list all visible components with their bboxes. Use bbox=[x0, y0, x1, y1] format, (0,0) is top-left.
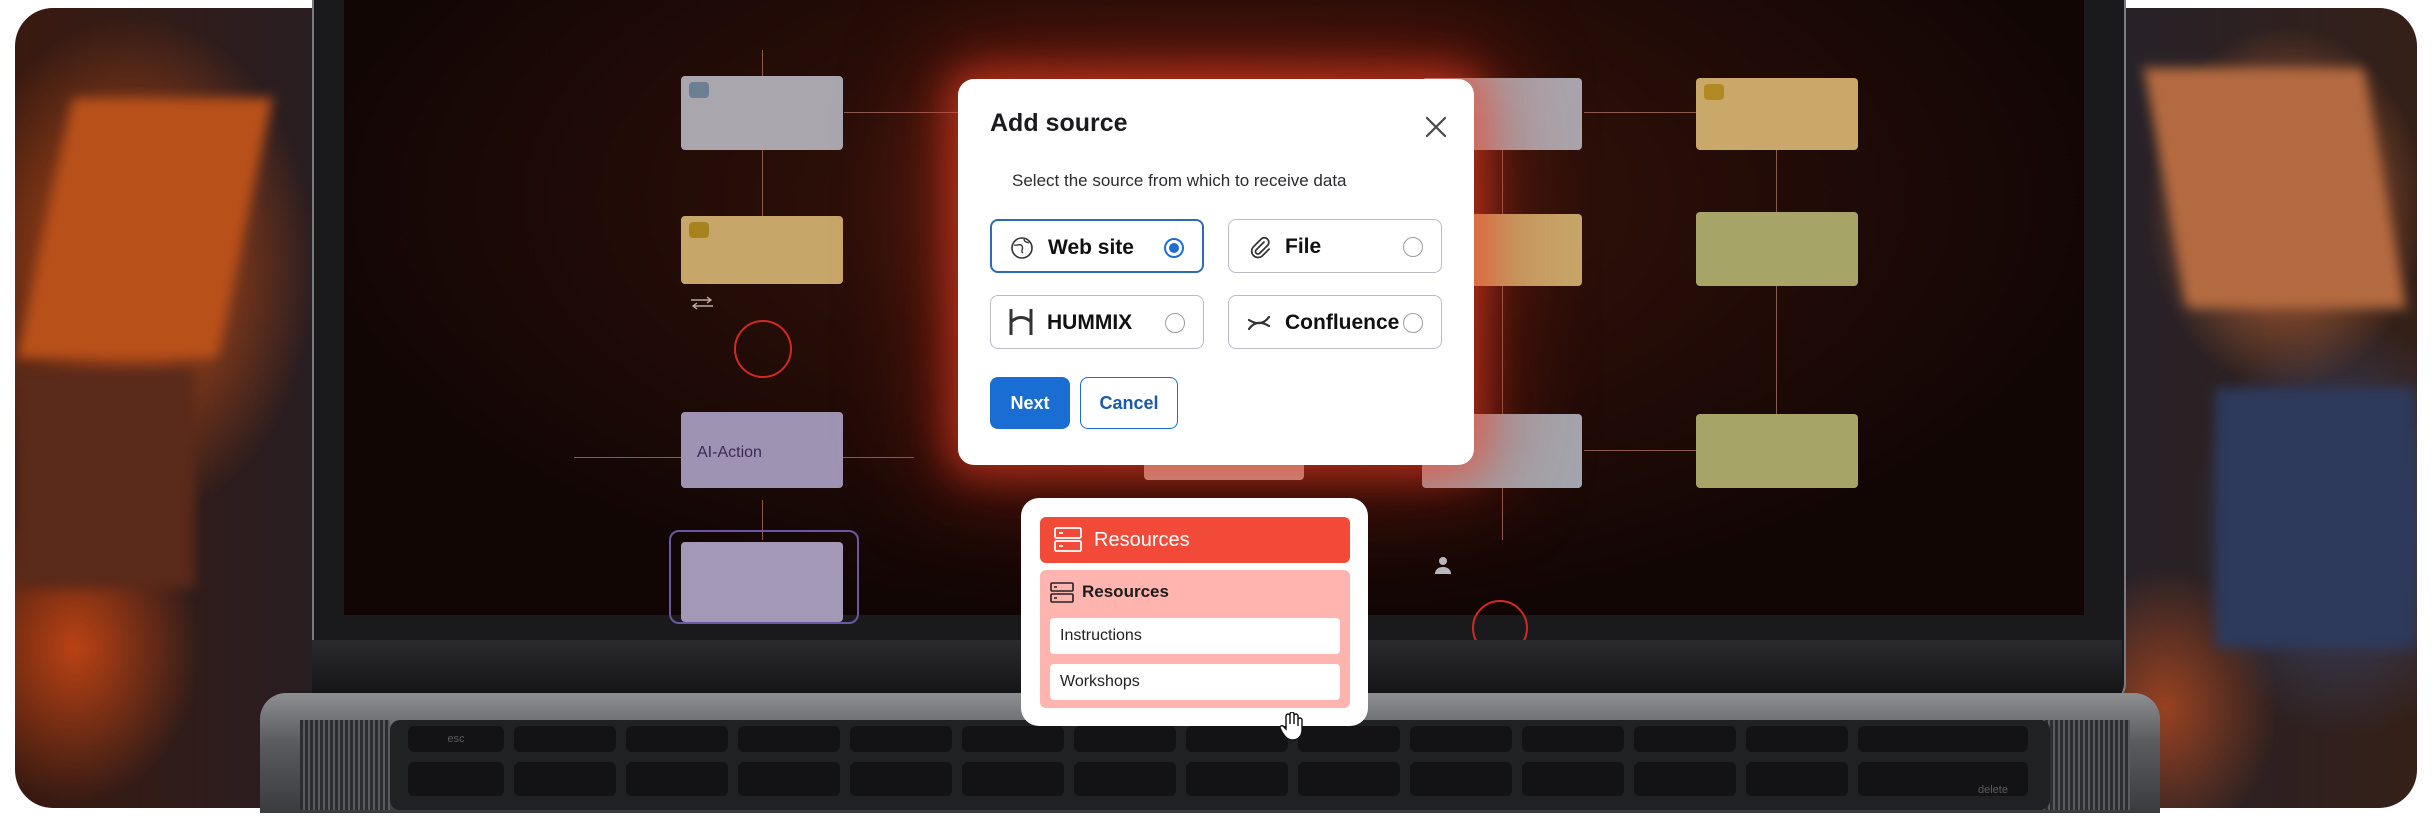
key bbox=[1074, 762, 1176, 796]
resources-group-label: Resources bbox=[1082, 582, 1169, 601]
key bbox=[962, 762, 1064, 796]
key bbox=[1186, 726, 1288, 752]
server-icon bbox=[1050, 582, 1074, 609]
user-icon bbox=[1434, 555, 1451, 575]
hand-cursor-icon bbox=[1278, 711, 1304, 742]
radio-button[interactable] bbox=[1165, 313, 1185, 333]
globe-icon bbox=[1010, 236, 1034, 260]
resource-item-label: Instructions bbox=[1060, 627, 1142, 644]
background-block-right bbox=[2143, 68, 2407, 308]
radio-button[interactable] bbox=[1164, 238, 1184, 258]
key bbox=[514, 762, 616, 796]
key-power bbox=[1858, 726, 2028, 752]
key bbox=[408, 762, 504, 796]
key bbox=[514, 726, 616, 752]
server-icon bbox=[1054, 527, 1082, 558]
source-option-confluence[interactable]: Confluence bbox=[1228, 295, 1442, 349]
key bbox=[1410, 726, 1512, 752]
workflow-node-badge bbox=[689, 82, 709, 98]
key bbox=[738, 762, 840, 796]
key bbox=[1746, 762, 1848, 796]
source-option-hummix[interactable]: HUMMIX bbox=[990, 295, 1204, 349]
speaker-grill-left bbox=[300, 720, 390, 810]
workflow-node-badge bbox=[689, 222, 709, 238]
dialog-subtitle: Select the source from which to receive … bbox=[1012, 171, 1347, 190]
ai-action-label: AI-Action bbox=[697, 444, 762, 461]
resources-group: Resources Instructions Workshops bbox=[1040, 570, 1350, 708]
key bbox=[1522, 762, 1624, 796]
close-icon[interactable] bbox=[1422, 113, 1450, 141]
resource-item-instructions[interactable]: Instructions bbox=[1050, 618, 1340, 654]
resource-item-workshops[interactable]: Workshops bbox=[1050, 664, 1340, 700]
workflow-node-purple bbox=[681, 542, 843, 622]
speaker-grill-right bbox=[2040, 720, 2130, 810]
cancel-button[interactable]: Cancel bbox=[1080, 377, 1178, 429]
source-option-label: Web site bbox=[1048, 236, 1134, 259]
paperclip-icon bbox=[1247, 235, 1271, 259]
radio-button[interactable] bbox=[1403, 313, 1423, 333]
key bbox=[850, 762, 952, 796]
resources-header-label: Resources bbox=[1094, 529, 1190, 551]
key bbox=[1298, 726, 1400, 752]
key bbox=[1186, 762, 1288, 796]
resources-card: Resources Resources Instructions Worksho… bbox=[1021, 498, 1368, 726]
key bbox=[962, 726, 1064, 752]
hummix-logo-icon bbox=[1009, 309, 1033, 335]
background-block-right-lower bbox=[2215, 388, 2415, 648]
workflow-node-olive bbox=[1696, 212, 1858, 286]
source-option-website[interactable]: Web site bbox=[990, 219, 1204, 273]
radio-button[interactable] bbox=[1403, 237, 1423, 257]
key bbox=[1522, 726, 1624, 752]
background-block-left-lower bbox=[15, 368, 195, 588]
key bbox=[1074, 726, 1176, 752]
key bbox=[1746, 726, 1848, 752]
add-source-dialog: Add source Select the source from which … bbox=[958, 79, 1474, 465]
key bbox=[1634, 762, 1736, 796]
key-delete: delete bbox=[1858, 762, 2028, 796]
resources-header[interactable]: Resources bbox=[1040, 517, 1350, 563]
key bbox=[738, 726, 840, 752]
confluence-logo-icon bbox=[1247, 311, 1271, 335]
loop-arrows-icon bbox=[689, 296, 715, 310]
source-option-file[interactable]: File bbox=[1228, 219, 1442, 273]
next-button[interactable]: Next bbox=[990, 377, 1070, 429]
key bbox=[626, 726, 728, 752]
loop-circle bbox=[734, 320, 792, 378]
background-block-left bbox=[17, 98, 273, 358]
source-option-label: HUMMIX bbox=[1047, 311, 1133, 334]
key bbox=[1634, 726, 1736, 752]
key bbox=[1410, 762, 1512, 796]
keyboard: esc delete bbox=[390, 720, 2050, 810]
dialog-title: Add source bbox=[990, 109, 1128, 137]
key bbox=[1298, 762, 1400, 796]
source-option-label: File bbox=[1285, 235, 1322, 258]
workflow-node-badge bbox=[1704, 84, 1724, 100]
workflow-node-olive bbox=[1696, 414, 1858, 488]
key-esc: esc bbox=[408, 726, 504, 752]
connector-line bbox=[1584, 450, 1704, 451]
key bbox=[850, 726, 952, 752]
key bbox=[626, 762, 728, 796]
source-option-label: Confluence bbox=[1285, 311, 1400, 334]
resource-item-label: Workshops bbox=[1060, 673, 1140, 690]
